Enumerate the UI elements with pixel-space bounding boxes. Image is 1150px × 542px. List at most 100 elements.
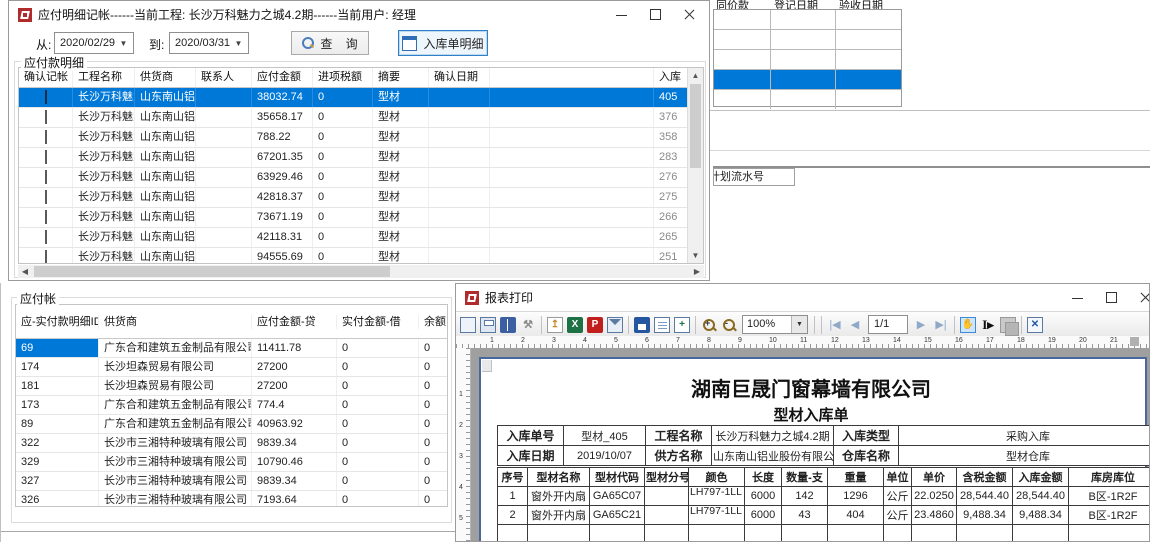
confirm-checkbox[interactable] xyxy=(45,230,47,244)
mail-icon[interactable] xyxy=(607,317,623,333)
table-row[interactable]: 173广东合和建筑五金制品有限公司774.400 xyxy=(16,396,447,415)
table-row[interactable]: 181长沙坦森贸易有限公司2720000 xyxy=(16,377,447,396)
prev-page-icon[interactable]: ◀ xyxy=(847,317,863,333)
scroll-down-icon[interactable]: ▼ xyxy=(688,248,703,263)
contact-cell xyxy=(196,208,252,227)
table-row[interactable]: 69广东合和建筑五金制品有限公司11411.7800 xyxy=(16,339,447,358)
payable-detail-titlebar[interactable]: 应付明细记帐------当前工程: 长沙万科魅力之城4.2期------当前用户… xyxy=(9,1,709,28)
confirm-checkbox[interactable] xyxy=(45,110,47,124)
excel-icon[interactable]: X xyxy=(567,317,583,333)
book-icon[interactable] xyxy=(500,317,516,333)
zoom-combobox[interactable]: 100%▼ xyxy=(742,315,808,334)
column-header[interactable]: 入库 xyxy=(654,68,690,87)
maximize-icon[interactable] xyxy=(1095,284,1129,310)
table-row[interactable] xyxy=(714,10,901,30)
vertical-scrollbar[interactable]: ▲ ▼ xyxy=(687,68,703,263)
report-data-cell: 6000 xyxy=(745,506,782,525)
first-page-icon[interactable]: |◀ xyxy=(827,317,843,333)
query-button[interactable]: 查 询 xyxy=(291,31,369,55)
confirm-checkbox[interactable] xyxy=(45,190,47,204)
close-icon[interactable] xyxy=(673,1,707,27)
scroll-right-icon[interactable]: ▶ xyxy=(690,265,704,278)
confirm-checkbox[interactable] xyxy=(45,150,47,164)
column-header[interactable]: 进项税额 xyxy=(313,68,373,87)
minimize-icon[interactable] xyxy=(605,1,639,27)
confirm-checkbox[interactable] xyxy=(45,250,47,264)
save-icon[interactable] xyxy=(634,317,650,333)
column-header[interactable]: 应付金额 xyxy=(252,68,313,87)
chevron-down-icon[interactable]: ▼ xyxy=(230,34,247,52)
contact-cell xyxy=(196,128,252,147)
confirm-checkbox[interactable] xyxy=(45,130,47,144)
report-titlebar[interactable]: 报表打印 xyxy=(456,284,1149,311)
text-select-icon[interactable]: I▸ xyxy=(980,317,996,333)
table-row[interactable]: 长沙万科魅力...山东南山铝业...67201.350型材283 xyxy=(19,148,690,168)
column-header[interactable]: 供货商 xyxy=(135,68,196,87)
table-row[interactable]: 长沙万科魅力...山东南山铝业...788.220型材358 xyxy=(19,128,690,148)
scrollbar-thumb[interactable] xyxy=(34,266,390,277)
column-header[interactable]: 确认日期 xyxy=(429,68,490,87)
chevron-down-icon[interactable]: ▼ xyxy=(115,34,132,52)
pdf-icon[interactable]: P xyxy=(587,317,603,333)
print-icon[interactable] xyxy=(480,317,496,333)
next-page-icon[interactable]: ▶ xyxy=(913,317,929,333)
chevron-down-icon[interactable]: ▼ xyxy=(791,316,807,333)
table-row[interactable]: 长沙万科魅力...山东南山铝业...73671.190型材266 xyxy=(19,208,690,228)
confirm-checkbox[interactable] xyxy=(45,170,47,184)
preview-area[interactable]: 12345 湖南巨晟门窗幕墙有限公司 型材入库单 入库单号型材_405工程名称长… xyxy=(456,348,1149,541)
table-row[interactable]: 326长沙市三湘特种玻璃有限公司7193.6400 xyxy=(16,491,447,507)
copy-page-icon[interactable] xyxy=(1000,317,1016,333)
column-header[interactable]: 实付金额-借 xyxy=(337,315,419,329)
plan-serial-field[interactable]: 计划流水号 xyxy=(713,168,795,186)
zoom-in-icon[interactable]: + xyxy=(701,317,717,333)
column-header[interactable]: 应-实付款明细ID xyxy=(16,315,99,329)
table-row[interactable]: 长沙万科魅力...山东南山铝业...35658.170型材376 xyxy=(19,108,690,128)
to-date-combobox[interactable]: 2020/03/31 ▼ xyxy=(169,32,249,54)
table-row[interactable]: 322长沙市三湘特种玻璃有限公司9839.3400 xyxy=(16,434,447,453)
confirm-checkbox[interactable] xyxy=(45,210,47,224)
table-row[interactable]: 长沙万科魅力...山东南山铝业...63929.460型材276 xyxy=(19,168,690,188)
hand-tool-icon[interactable]: ✋ xyxy=(960,317,976,333)
column-header[interactable]: 摘要 xyxy=(373,68,429,87)
ruler-number: 5 xyxy=(614,337,618,344)
scrollbar-thumb[interactable] xyxy=(690,84,701,168)
table-row-selected[interactable] xyxy=(714,70,901,90)
tools-icon[interactable]: ⚒ xyxy=(520,317,536,333)
minimize-icon[interactable] xyxy=(1061,284,1095,310)
sys-doc-icon[interactable] xyxy=(460,317,476,333)
maximize-icon[interactable] xyxy=(639,1,673,27)
scroll-up-icon[interactable]: ▲ xyxy=(688,68,703,83)
column-header[interactable]: 应付金额-贷 xyxy=(252,315,337,329)
table-row[interactable]: 长沙万科魅力...山东南山铝业...42118.310型材265 xyxy=(19,228,690,248)
last-page-icon[interactable]: ▶| xyxy=(933,317,949,333)
from-date-combobox[interactable]: 2020/02/29 ▼ xyxy=(54,32,134,54)
column-header[interactable]: 联系人 xyxy=(196,68,252,87)
zoom-out-icon[interactable]: - xyxy=(721,317,737,333)
background-table[interactable] xyxy=(713,9,902,107)
page-number-input[interactable]: 1/1 xyxy=(868,315,908,334)
confirm-checkbox[interactable] xyxy=(45,90,47,104)
table-row[interactable]: 174长沙坦森贸易有限公司2720000 xyxy=(16,358,447,377)
close-preview-icon[interactable]: ✕ xyxy=(1027,317,1043,333)
table-row[interactable] xyxy=(714,90,901,109)
table-row[interactable]: 327长沙市三湘特种玻璃有限公司9839.3400 xyxy=(16,472,447,491)
table-row[interactable] xyxy=(714,30,901,50)
table-row[interactable]: 长沙万科魅力...山东南山铝业...94555.690型材251 xyxy=(19,248,690,264)
scroll-left-icon[interactable]: ◀ xyxy=(18,265,32,278)
add-page-icon[interactable]: + xyxy=(674,317,690,333)
table-row[interactable]: 长沙万科魅力...山东南山铝业...42818.370型材275 xyxy=(19,188,690,208)
horizontal-scrollbar[interactable]: ◀ ▶ xyxy=(18,265,704,278)
export-icon[interactable]: ↥ xyxy=(547,317,563,333)
report-data-cell: 23.4860 xyxy=(912,506,957,525)
table-row[interactable]: 329长沙市三湘特种玻璃有限公司10790.4600 xyxy=(16,453,447,472)
close-icon[interactable] xyxy=(1129,284,1150,310)
column-header[interactable]: 供货商 xyxy=(99,315,252,329)
new-page-icon[interactable] xyxy=(654,317,670,333)
column-header[interactable]: 余额 xyxy=(419,315,446,329)
inbound-detail-button[interactable]: 入库单明细 xyxy=(398,30,488,56)
table-row[interactable]: 89广东合和建筑五金制品有限公司40963.9200 xyxy=(16,415,447,434)
table-row[interactable]: 长沙万科魅力...山东南山铝业...38032.740型材405 xyxy=(19,88,690,108)
table-row[interactable] xyxy=(714,50,901,70)
report-data-cell: 6000 xyxy=(745,487,782,506)
report-page[interactable]: 湖南巨晟门窗幕墙有限公司 型材入库单 入库单号型材_405工程名称长沙万科魅力之… xyxy=(479,357,1147,541)
